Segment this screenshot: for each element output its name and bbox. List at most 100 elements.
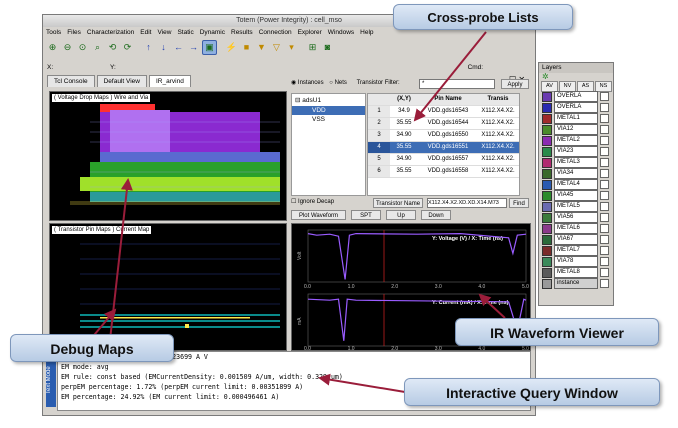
table-row[interactable]: 3 34.90 VDD.gds16550 X112.X4.X2. (368, 130, 519, 142)
menu-dynamic[interactable]: Dynamic (197, 28, 228, 38)
layer-row[interactable]: METAL7 (542, 245, 613, 256)
layer-row[interactable]: OVERLA (542, 102, 613, 113)
menu-help[interactable]: Help (357, 28, 376, 38)
layer-visibility-checkbox[interactable] (600, 235, 609, 244)
table-row[interactable]: 4 35.55 VDD.gds16551 X112.X4.X2. (368, 142, 519, 154)
layer-visibility-checkbox[interactable] (600, 125, 609, 134)
layer-swatch[interactable] (542, 179, 552, 190)
pan-down-icon[interactable]: ↓ (157, 41, 170, 54)
pan-up-icon[interactable]: ↑ (142, 41, 155, 54)
layer-visibility-checkbox[interactable] (600, 279, 609, 288)
layer-swatch[interactable] (542, 267, 552, 278)
layer-row[interactable]: VIA34 (542, 168, 613, 179)
layer-visibility-checkbox[interactable] (600, 180, 609, 189)
layer-swatch[interactable] (542, 256, 552, 267)
select-icon[interactable]: ▣ (202, 40, 217, 55)
pan-left-icon[interactable]: ← (172, 41, 185, 54)
grid-header-cell[interactable]: (X,Y) (390, 94, 418, 105)
layer-visibility-checkbox[interactable] (600, 158, 609, 167)
transistor-name-button[interactable]: Transistor Name (373, 198, 423, 208)
layer-swatch[interactable] (542, 135, 552, 146)
tree-root[interactable]: ⊟ adsU1 (292, 94, 365, 106)
layer-swatch[interactable] (542, 146, 552, 157)
tab-tcl-console[interactable]: Tcl Console (47, 75, 95, 87)
probe-icon[interactable]: ⚡ (225, 41, 238, 54)
zoom-fit-icon[interactable]: ⊙ (76, 41, 89, 54)
layer-row[interactable]: METAL5 (542, 201, 613, 212)
layer-swatch[interactable] (542, 157, 552, 168)
plot-waveform-button[interactable]: Plot Waveform (291, 210, 346, 220)
menu-view[interactable]: View (154, 28, 174, 38)
layer-swatch[interactable] (542, 124, 552, 135)
menu-tools[interactable]: Tools (43, 28, 64, 38)
menu-static[interactable]: Static (174, 28, 196, 38)
filter-add-icon[interactable]: ▾ (285, 41, 298, 54)
layer-swatch[interactable] (542, 102, 552, 113)
table-row[interactable]: 5 34.90 VDD.gds16557 X112.X4.X2. (368, 154, 519, 166)
layer-visibility-checkbox[interactable] (600, 191, 609, 200)
layer-swatch[interactable] (542, 113, 552, 124)
zoom-in-icon[interactable]: ⊕ (46, 41, 59, 54)
zoom-area-icon[interactable]: ⌕ (91, 41, 104, 54)
layer-swatch[interactable] (542, 245, 552, 256)
layer-visibility-checkbox[interactable] (600, 224, 609, 233)
layer-row[interactable]: METAL8 (542, 267, 613, 278)
layer-visibility-checkbox[interactable] (600, 246, 609, 255)
voltage-drop-map[interactable]: ( Voltage Drop Maps ) Wire and Via (49, 91, 287, 221)
layer-row[interactable]: METAL2 (542, 135, 613, 146)
layer-visibility-checkbox[interactable] (600, 268, 609, 277)
table-row[interactable]: 6 35.55 VDD.gds16558 X112.X4.X2. (368, 166, 519, 178)
layer-visibility-checkbox[interactable] (600, 169, 609, 178)
tree-item-vdd[interactable]: VDD (292, 106, 365, 115)
down-button[interactable]: Down (421, 210, 451, 220)
transistor-filter-input[interactable]: * (419, 79, 495, 89)
layer-visibility-checkbox[interactable] (600, 114, 609, 123)
camera-icon[interactable]: ◙ (321, 41, 334, 54)
layer-row[interactable]: METAL3 (542, 157, 613, 168)
layer-row[interactable]: VIA78 (542, 256, 613, 267)
tab-ir-arvind[interactable]: IR_arvind (148, 75, 191, 87)
menu-characterization[interactable]: Characterization (84, 28, 137, 38)
layer-swatch[interactable] (542, 201, 552, 212)
layer-row[interactable]: instance (542, 278, 613, 289)
zoom-selection-icon[interactable]: ⊞ (306, 41, 319, 54)
menu-windows[interactable]: Windows (325, 28, 357, 38)
pan-right-icon[interactable]: → (187, 41, 200, 54)
layer-swatch[interactable] (542, 190, 552, 201)
layer-visibility-checkbox[interactable] (600, 257, 609, 266)
menu-results[interactable]: Results (228, 28, 256, 38)
ignore-decap-checkbox[interactable]: ☐ Ignore Decap (291, 199, 334, 205)
filter-icon[interactable]: ▼ (255, 41, 268, 54)
layer-visibility-checkbox[interactable] (600, 202, 609, 211)
transistor-name-input[interactable]: X112.X4.X2.XD.XD.X14.M73 (427, 198, 507, 208)
layer-swatch[interactable] (542, 91, 552, 102)
table-row[interactable]: 2 35.55 VDD.gds16544 X112.X4.X2. (368, 118, 519, 130)
layer-visibility-checkbox[interactable] (600, 103, 609, 112)
layer-swatch[interactable] (542, 212, 552, 223)
menu-explorer[interactable]: Explorer (295, 28, 325, 38)
layer-row[interactable]: METAL6 (542, 223, 613, 234)
layers-color-icon[interactable]: ✲ (539, 73, 613, 81)
layer-row[interactable]: VIA12 (542, 124, 613, 135)
highlight-icon[interactable]: ■ (240, 41, 253, 54)
layer-swatch[interactable] (542, 223, 552, 234)
layer-row[interactable]: METAL4 (542, 179, 613, 190)
menu-edit[interactable]: Edit (137, 28, 154, 38)
layer-row[interactable]: VIA67 (542, 234, 613, 245)
refresh-icon[interactable]: ⟳ (121, 41, 134, 54)
tree-item-vss[interactable]: VSS (292, 115, 365, 124)
apply-button[interactable]: Apply (501, 79, 529, 89)
grid-header-cell[interactable]: Pin Name (418, 94, 478, 105)
table-row[interactable]: 1 34.9 VDD.gds16543 X112.X4.X2. (368, 106, 519, 118)
zoom-out-icon[interactable]: ⊖ (61, 41, 74, 54)
layer-row[interactable]: VIA45 (542, 190, 613, 201)
up-button[interactable]: Up (386, 210, 416, 220)
menu-connection[interactable]: Connection (256, 28, 295, 38)
find-button[interactable]: Find (509, 198, 529, 208)
layer-visibility-checkbox[interactable] (600, 147, 609, 156)
layer-swatch[interactable] (542, 234, 552, 245)
filter-clear-icon[interactable]: ▽ (270, 41, 283, 54)
layer-row[interactable]: VIA23 (542, 146, 613, 157)
layer-swatch[interactable] (542, 278, 552, 289)
layer-row[interactable]: OVERLA (542, 91, 613, 102)
